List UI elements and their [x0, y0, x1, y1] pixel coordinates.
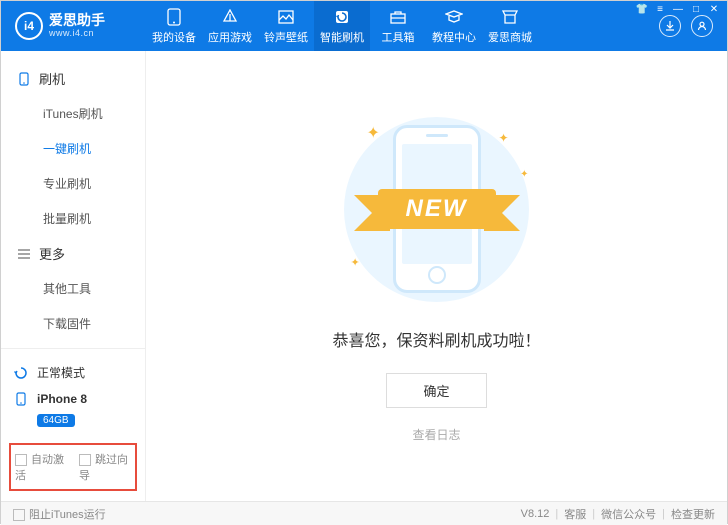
apps-icon	[221, 8, 239, 26]
sidebar-item-advanced[interactable]: 高级功能	[1, 341, 145, 348]
window-controls: 👕 ≡ — □ ✕	[634, 2, 722, 16]
nav-label: 应用游戏	[208, 29, 252, 45]
minimize-button[interactable]: —	[670, 2, 686, 16]
nav-label: 智能刷机	[320, 29, 364, 45]
device-row[interactable]: iPhone 8	[13, 386, 133, 412]
version-label: V8.12	[521, 508, 550, 520]
logo-block: i4 爱思助手 www.i4.cn	[1, 12, 146, 40]
auto-activate-checkbox[interactable]: 自动激活	[15, 451, 67, 483]
sidebar-section-more[interactable]: 更多	[1, 236, 145, 271]
phone-icon	[13, 391, 29, 407]
footer-update-link[interactable]: 检查更新	[671, 506, 715, 522]
refresh-icon	[13, 365, 29, 381]
app-title: 爱思助手	[49, 13, 105, 28]
sidebar-item-batch-flash[interactable]: 批量刷机	[1, 201, 145, 236]
nav-label: 爱思商城	[488, 29, 532, 45]
phone-icon	[17, 72, 31, 86]
sidebar: 刷机 iTunes刷机 一键刷机 专业刷机 批量刷机 更多 其他工具 下载固件 …	[1, 51, 146, 501]
section-title: 刷机	[39, 69, 65, 88]
success-message: 恭喜您，保资料刷机成功啦！	[332, 327, 540, 351]
toolbox-icon	[389, 8, 407, 26]
section-title: 更多	[39, 244, 65, 263]
status-bar: 阻止iTunes运行 V8.12 | 客服 | 微信公众号 | 检查更新	[1, 501, 727, 525]
footer-support-link[interactable]: 客服	[564, 506, 586, 522]
sidebar-item-oneclick-flash[interactable]: 一键刷机	[1, 131, 145, 166]
more-icon	[17, 247, 31, 261]
main-panel: ✦ ✦ ✦ ✦ NEW 恭喜您，保资料刷机成功啦！ 确定 查看日志	[146, 51, 727, 501]
sidebar-item-download-firmware[interactable]: 下载固件	[1, 306, 145, 341]
success-illustration: ✦ ✦ ✦ ✦ NEW	[327, 109, 547, 309]
menu-button[interactable]: ≡	[652, 2, 668, 16]
top-nav: 我的设备 应用游戏 铃声壁纸 智能刷机 工具箱 教程中心 爱思商城	[146, 1, 645, 51]
close-button[interactable]: ✕	[706, 2, 722, 16]
storage-badge: 64GB	[37, 414, 75, 427]
user-button[interactable]	[691, 15, 713, 37]
sidebar-item-pro-flash[interactable]: 专业刷机	[1, 166, 145, 201]
nav-label: 工具箱	[382, 29, 415, 45]
nav-label: 铃声壁纸	[264, 29, 308, 45]
nav-label: 我的设备	[152, 29, 196, 45]
footer-wechat-link[interactable]: 微信公众号	[601, 506, 656, 522]
device-name: iPhone 8	[37, 392, 87, 406]
nav-flash[interactable]: 智能刷机	[314, 1, 370, 51]
picture-icon	[277, 8, 295, 26]
skip-wizard-checkbox[interactable]: 跳过向导	[79, 451, 131, 483]
sidebar-section-flash[interactable]: 刷机	[1, 61, 145, 96]
nav-ringtones[interactable]: 铃声壁纸	[258, 1, 314, 51]
ok-button[interactable]: 确定	[386, 373, 486, 408]
device-icon	[165, 8, 183, 26]
nav-my-device[interactable]: 我的设备	[146, 1, 202, 51]
device-mode-label: 正常模式	[37, 364, 85, 381]
device-mode-row[interactable]: 正常模式	[13, 359, 133, 386]
maximize-button[interactable]: □	[688, 2, 704, 16]
nav-apps[interactable]: 应用游戏	[202, 1, 258, 51]
flash-icon	[333, 8, 351, 26]
nav-tutorials[interactable]: 教程中心	[426, 1, 482, 51]
app-header: i4 爱思助手 www.i4.cn 我的设备 应用游戏 铃声壁纸 智能刷机 工具…	[1, 1, 727, 51]
nav-label: 教程中心	[432, 29, 476, 45]
store-icon	[501, 8, 519, 26]
nav-toolbox[interactable]: 工具箱	[370, 1, 426, 51]
sidebar-item-itunes-flash[interactable]: iTunes刷机	[1, 96, 145, 131]
options-highlight-box: 自动激活 跳过向导	[9, 443, 137, 491]
download-button[interactable]	[659, 15, 681, 37]
tutorial-icon	[445, 8, 463, 26]
prevent-itunes-checkbox[interactable]: 阻止iTunes运行	[13, 506, 106, 522]
skin-button[interactable]: 👕	[634, 2, 650, 16]
nav-store[interactable]: 爱思商城	[482, 1, 538, 51]
view-log-link[interactable]: 查看日志	[412, 426, 460, 443]
sidebar-item-other-tools[interactable]: 其他工具	[1, 271, 145, 306]
app-url: www.i4.cn	[49, 29, 105, 39]
logo-mark: i4	[15, 12, 43, 40]
new-ribbon: NEW	[342, 181, 532, 237]
